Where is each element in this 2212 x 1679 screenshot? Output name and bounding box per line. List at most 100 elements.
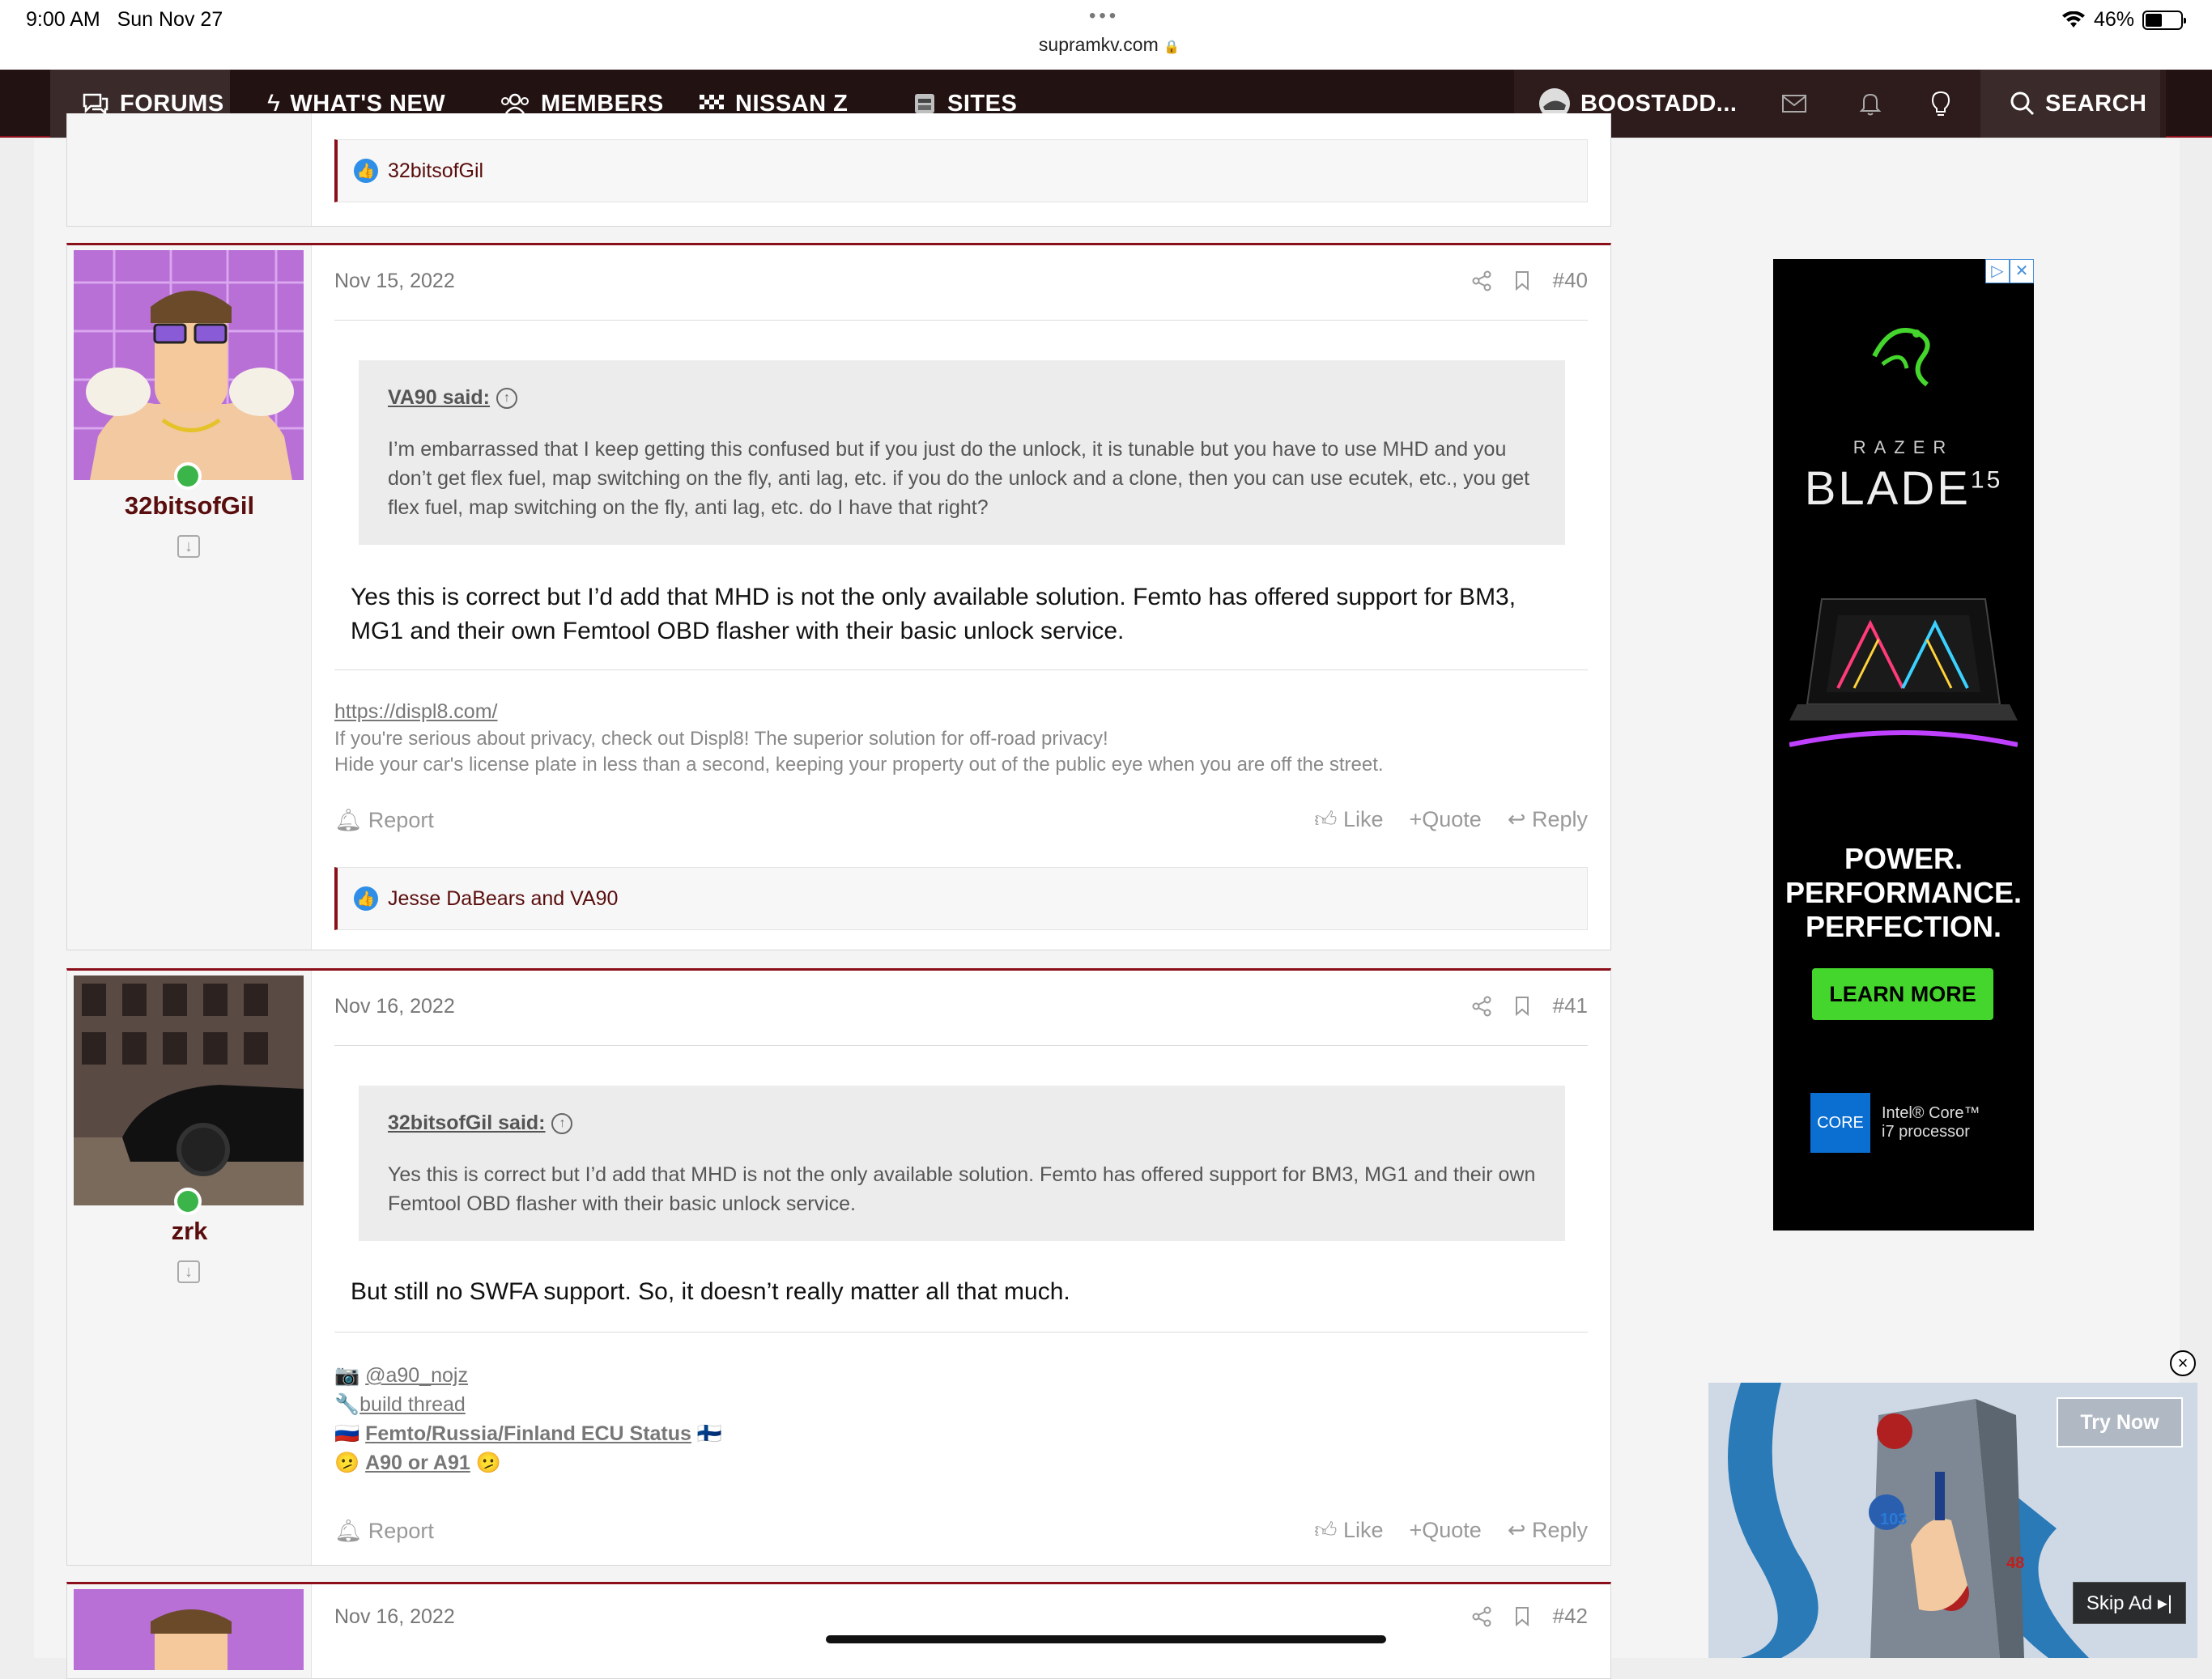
face-icon: 🫤 bbox=[475, 1452, 501, 1474]
lock-icon: 🔒 bbox=[1163, 40, 1180, 54]
post-body: But still no SWFA support. So, it doesn’… bbox=[351, 1278, 1070, 1305]
razer-ad[interactable]: ▷ ✕ RAZER BLADE15 POWER. PERFORMANCE. PE… bbox=[1773, 259, 2034, 1231]
status-date: Sun Nov 27 bbox=[117, 8, 223, 31]
quote-text: I’m embarrassed that I keep getting this… bbox=[388, 438, 1530, 519]
thumbs-up-icon: 👍︎ bbox=[1314, 807, 1338, 831]
razer-logo-icon bbox=[1872, 328, 1930, 387]
search-label: SEARCH bbox=[2045, 90, 2147, 117]
avatar[interactable] bbox=[74, 976, 304, 1205]
post-date[interactable]: Nov 16, 2022 bbox=[334, 1605, 455, 1629]
post-meta-actions: #40 bbox=[1472, 268, 1588, 293]
report-button[interactable]: 🔔︎ Report bbox=[334, 807, 434, 833]
whats-new-lightbulb-button[interactable] bbox=[1930, 70, 1951, 138]
quote-author-link[interactable]: 32bitsofGil said: bbox=[388, 1108, 545, 1137]
post-meta-actions: #41 bbox=[1472, 993, 1588, 1018]
jump-to-quote-icon[interactable]: ↑ bbox=[496, 388, 517, 410]
ad-brand: RAZER bbox=[1853, 437, 1955, 457]
bookmark-icon[interactable] bbox=[1514, 270, 1530, 291]
search-button[interactable]: SEARCH bbox=[1980, 70, 2160, 138]
reply-arrow-icon: ↩ bbox=[1507, 807, 1526, 831]
home-indicator[interactable] bbox=[826, 1635, 1386, 1643]
signature: https://displ8.com/ If you're serious ab… bbox=[334, 697, 1588, 778]
bookmark-icon[interactable] bbox=[1514, 996, 1530, 1017]
quote-author-link[interactable]: VA90 said: bbox=[388, 383, 490, 412]
battery-icon bbox=[2142, 10, 2186, 30]
quote-text: Yes this is correct but I’d add that MHD… bbox=[388, 1163, 1536, 1215]
post-date[interactable]: Nov 15, 2022 bbox=[334, 270, 455, 293]
reaction-users[interactable]: 32bitsofGil bbox=[388, 159, 483, 183]
post-date[interactable]: Nov 16, 2022 bbox=[334, 995, 455, 1018]
femto-status-link[interactable]: Femto/Russia/Finland ECU Status bbox=[365, 1422, 691, 1445]
wrench-icon: 🔧 bbox=[334, 1393, 360, 1416]
expand-user-info-icon[interactable]: ↓ bbox=[177, 1260, 200, 1283]
avatar[interactable] bbox=[74, 1589, 304, 1670]
bell-icon bbox=[1859, 93, 1882, 116]
divider bbox=[334, 1045, 1588, 1046]
alerts-button[interactable] bbox=[1859, 70, 1882, 138]
expand-user-info-icon[interactable]: ↓ bbox=[177, 535, 200, 558]
post-number-link[interactable]: #40 bbox=[1553, 268, 1588, 293]
like-reaction-icon: 👍 bbox=[354, 886, 378, 911]
ad-choices[interactable]: ▷ ✕ bbox=[1985, 259, 2034, 283]
video-ad-close-icon[interactable]: × bbox=[2170, 1350, 2196, 1376]
post-meta-actions: #42 bbox=[1472, 1604, 1588, 1629]
ad-choices-icon[interactable]: ▷ bbox=[1985, 259, 2010, 283]
ad-tagline: POWER. PERFORMANCE. PERFECTION. bbox=[1784, 842, 2022, 943]
status-indicators: 46% bbox=[2061, 8, 2186, 32]
skip-ad-button[interactable]: Skip Ad ▸| bbox=[2073, 1582, 2186, 1624]
post-body: Yes this is correct but I’d add that MHD… bbox=[351, 584, 1516, 644]
share-icon[interactable] bbox=[1472, 1606, 1491, 1627]
learn-more-button[interactable]: LEARN MORE bbox=[1812, 968, 1993, 1020]
checkered-flag-icon bbox=[700, 95, 724, 109]
like-button[interactable]: 👍︎ Like bbox=[1314, 1518, 1383, 1544]
reply-button[interactable]: ↩ Reply bbox=[1508, 807, 1588, 833]
reply-arrow-icon: ↩ bbox=[1507, 1518, 1526, 1542]
face-icon: 🫤 bbox=[334, 1452, 360, 1474]
reply-button[interactable]: ↩ Reply bbox=[1508, 1518, 1588, 1544]
report-button[interactable]: 🔔︎ Report bbox=[334, 1518, 434, 1544]
post-user-column bbox=[67, 1584, 312, 1678]
video-ad[interactable]: 103 48 Try Now Skip Ad ▸| bbox=[1708, 1383, 2197, 1658]
address-bar[interactable]: supramkv.com 🔒 bbox=[988, 34, 1231, 56]
bookmark-icon[interactable] bbox=[1514, 1606, 1530, 1627]
quote-button[interactable]: +Quote bbox=[1409, 807, 1481, 833]
post-number-link[interactable]: #41 bbox=[1553, 993, 1588, 1018]
reactions-bar-39[interactable]: 👍 32bitsofGil bbox=[334, 139, 1588, 202]
bell-icon: 🔔︎ bbox=[334, 1519, 363, 1543]
try-now-button[interactable]: Try Now bbox=[2057, 1397, 2183, 1447]
video-ad-number: 103 bbox=[1880, 1511, 1908, 1528]
finland-flag-icon: 🇫🇮 bbox=[696, 1422, 723, 1445]
quote-button[interactable]: +Quote bbox=[1409, 1518, 1481, 1544]
thumbs-up-icon: 👍︎ bbox=[1314, 1518, 1338, 1542]
laptop-image bbox=[1789, 598, 2018, 747]
post-39-partial: 👍 32bitsofGil bbox=[66, 113, 1611, 227]
username[interactable]: 32bitsofGil bbox=[67, 491, 312, 521]
signature-line: If you're serious about privacy, check o… bbox=[334, 728, 1108, 750]
signature-link[interactable]: https://displ8.com/ bbox=[334, 700, 497, 723]
status-bar: 9:00 AM Sun Nov 27 ••• supramkv.com 🔒 46… bbox=[0, 0, 2212, 70]
build-thread-link[interactable]: build thread bbox=[359, 1393, 466, 1416]
tab-options-dots[interactable]: ••• bbox=[1089, 5, 1119, 28]
post-number-link[interactable]: #42 bbox=[1553, 1604, 1588, 1629]
plus-icon: + bbox=[1409, 807, 1423, 831]
post-user-column: zrk ↓ bbox=[67, 971, 312, 1565]
share-icon[interactable] bbox=[1472, 996, 1491, 1017]
share-icon[interactable] bbox=[1472, 270, 1491, 291]
avatar[interactable] bbox=[74, 250, 304, 480]
intel-text: Intel® Core™ i7 processor bbox=[1882, 1104, 1980, 1141]
ad-close-icon[interactable]: ✕ bbox=[2010, 259, 2034, 283]
inbox-button[interactable] bbox=[1781, 70, 1807, 138]
a90-or-a91-link[interactable]: A90 or A91 bbox=[365, 1452, 470, 1474]
post-40: 32bitsofGil ↓ Nov 15, 2022 #40 VA90 said… bbox=[66, 243, 1611, 950]
lightbulb-icon bbox=[1931, 91, 1950, 116]
instagram-link[interactable]: @a90_nojz bbox=[365, 1364, 468, 1387]
intel-badge: CORE Intel® Core™ i7 processor bbox=[1810, 1093, 1987, 1153]
username[interactable]: zrk bbox=[67, 1217, 312, 1246]
status-time: 9:00 AM Sun Nov 27 bbox=[26, 8, 223, 31]
chat-icon bbox=[83, 93, 108, 116]
reactions-bar[interactable]: 👍 Jesse DaBears and VA90 bbox=[334, 867, 1588, 930]
like-button[interactable]: 👍︎ Like bbox=[1314, 807, 1383, 833]
reaction-users[interactable]: Jesse DaBears and VA90 bbox=[388, 887, 618, 911]
users-icon bbox=[501, 93, 529, 114]
jump-to-quote-icon[interactable]: ↑ bbox=[551, 1113, 573, 1135]
